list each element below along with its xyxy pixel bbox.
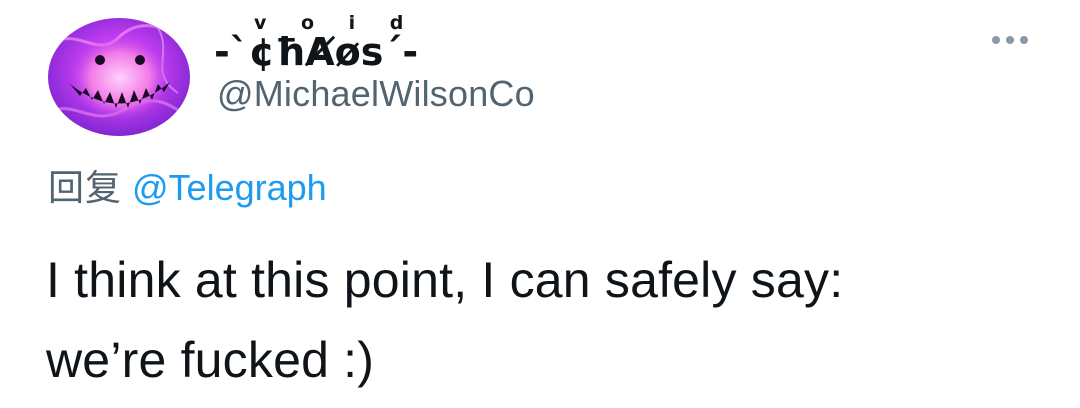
tweet-card: v o i d -`¢ħȺøs´- @MichaelWilsonCo 回复 @Te… xyxy=(0,0,1080,408)
user-handle[interactable]: @MichaelWilsonCo xyxy=(217,73,535,115)
reply-target-link[interactable]: @Telegraph xyxy=(132,167,327,208)
avatar[interactable] xyxy=(48,18,190,136)
display-name[interactable]: v o i d -`¢ħȺøs´- xyxy=(212,10,532,72)
more-horizontal-icon[interactable] xyxy=(980,28,1036,52)
reply-label: 回复 xyxy=(48,168,123,209)
display-name-text: -`¢ħȺøs´- xyxy=(214,30,418,72)
monster-face-icon xyxy=(48,18,190,136)
tweet-text: I think at this point, I can safely say:… xyxy=(46,252,844,388)
replying-to-line: 回复 @Telegraph xyxy=(48,166,327,211)
